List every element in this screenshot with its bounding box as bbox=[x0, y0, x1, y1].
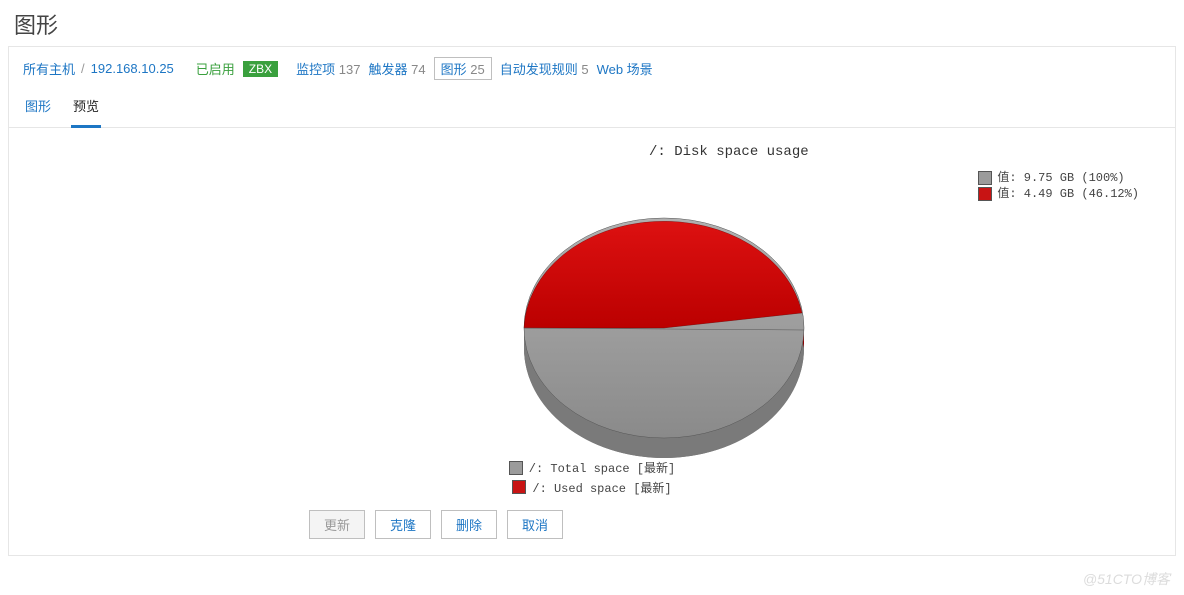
chart-title: /: Disk space usage bbox=[649, 144, 809, 160]
delete-button[interactable]: 删除 bbox=[441, 510, 497, 539]
breadcrumb-host-ip[interactable]: 192.168.10.25 bbox=[91, 61, 174, 76]
legend-row-used: 值: 4.49 GB (46.12%) bbox=[978, 186, 1139, 202]
swatch-red-icon bbox=[512, 480, 526, 494]
chart-area: /: Disk space usage 值: 9.75 GB (100%) 值:… bbox=[9, 128, 1175, 498]
zbx-badge: ZBX bbox=[243, 61, 278, 77]
tab-preview[interactable]: 预览 bbox=[71, 88, 101, 128]
tabs: 图形 预览 bbox=[9, 88, 1175, 128]
swatch-red-icon bbox=[978, 187, 992, 201]
swatch-gray-icon bbox=[978, 171, 992, 185]
nav-web[interactable]: Web 场景 bbox=[597, 59, 653, 78]
pie-chart bbox=[514, 183, 814, 483]
nav-graphs[interactable]: 图形 25 bbox=[434, 57, 492, 80]
legend-bottom-total: /: Total space [最新] bbox=[509, 459, 675, 476]
main-panel: 所有主机 / 192.168.10.25 已启用 ZBX 监控项 137 触发器… bbox=[8, 46, 1176, 556]
update-button: 更新 bbox=[309, 510, 365, 539]
nav-triggers[interactable]: 触发器 74 bbox=[368, 59, 425, 78]
legend-bottom-used: /: Used space [最新] bbox=[512, 479, 671, 496]
page-title: 图形 bbox=[0, 0, 1184, 46]
swatch-gray-icon bbox=[509, 461, 523, 475]
cancel-button[interactable]: 取消 bbox=[507, 510, 563, 539]
breadcrumb: 所有主机 / 192.168.10.25 已启用 ZBX 监控项 137 触发器… bbox=[9, 47, 1175, 88]
chart-legend-values: 值: 9.75 GB (100%) 值: 4.49 GB (46.12%) bbox=[978, 170, 1139, 202]
breadcrumb-all-hosts[interactable]: 所有主机 bbox=[23, 59, 75, 78]
clone-button[interactable]: 克隆 bbox=[375, 510, 431, 539]
chart-legend-bottom: /: Total space [最新] /: Used space [最新] bbox=[9, 459, 1175, 498]
button-bar: 更新 克隆 删除 取消 bbox=[9, 498, 1175, 555]
legend-row-total: 值: 9.75 GB (100%) bbox=[978, 170, 1139, 186]
tab-graph[interactable]: 图形 bbox=[23, 88, 53, 127]
nav-monitors[interactable]: 监控项 137 bbox=[296, 59, 360, 78]
status-enabled: 已启用 bbox=[196, 59, 235, 78]
nav-discovery[interactable]: 自动发现规则 5 bbox=[500, 59, 589, 78]
breadcrumb-sep: / bbox=[81, 61, 85, 76]
watermark: @51CTO博客 bbox=[1083, 569, 1170, 589]
